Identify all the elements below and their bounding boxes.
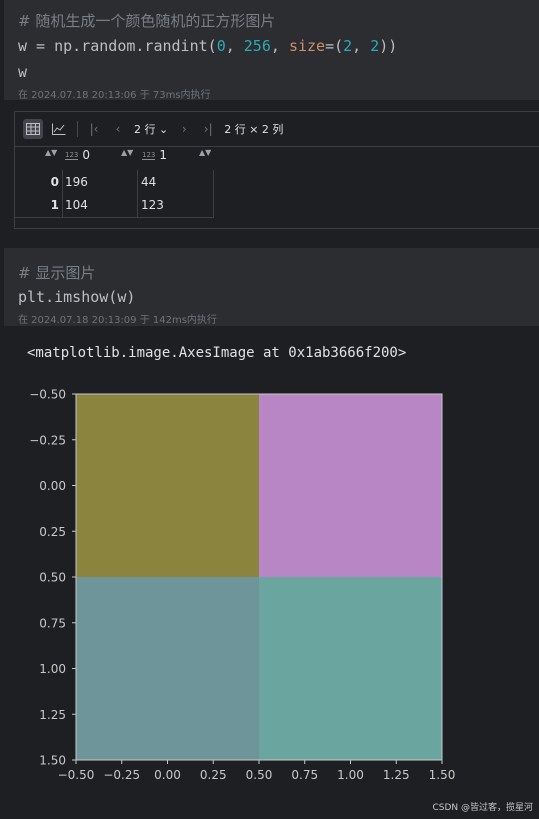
dataframe-viewer: |‹ ‹ 2 行 ⌄ › ›| 2 行 × 2 列 ▲▼ 123 0 ▲▼ 12… [14,111,539,229]
table-cell[interactable]: 104 [65,198,88,212]
x-tick-label: 0.75 [291,768,318,782]
y-tick-label: 0.50 [39,571,66,585]
y-tick-label: −0.50 [29,388,66,402]
table-cell[interactable]: 123 [141,198,164,212]
y-tick-label: 0.75 [39,616,66,630]
grid-line [15,217,213,218]
heatmap-cell [259,394,442,577]
x-tick-label: −0.25 [103,768,140,782]
execution-meta: 在 2024.07.18 20:13:06 于 73ms内执行 [18,90,211,101]
column-header-0[interactable]: 123 0 [65,148,90,162]
rows-dropdown[interactable]: 2 行 ⌄ [134,121,168,137]
code-comment: # 随机生成一个颜色随机的正方形图片 [18,12,276,30]
code-text: , [225,37,244,55]
grid-line [62,170,63,218]
dataframe-toolbar: |‹ ‹ 2 行 ⌄ › ›| 2 行 × 2 列 [15,112,539,147]
code-line[interactable]: plt.imshow(w) [18,288,135,306]
code-comment: # 显示图片 [18,264,96,282]
y-tick-label: 1.50 [39,754,66,768]
grid-line [137,170,138,218]
rows-dropdown-label: 2 行 [134,123,156,136]
heatmap-cell [259,577,442,760]
column-header-label: 0 [82,148,91,162]
code-text: , [352,37,371,55]
code-number: 256 [243,37,271,55]
output-repr: <matplotlib.image.AxesImage at 0x1ab3666… [27,345,407,361]
x-tick-label: 1.50 [429,768,456,782]
y-tick-label: 1.00 [39,662,66,676]
first-page-icon[interactable]: |‹ [86,122,102,136]
table-view-icon[interactable] [23,119,43,139]
row-index: 1 [50,198,59,212]
index-sort-icon[interactable]: ▲▼ [45,148,57,157]
watermark: CSDN @皆过客，揽星河 [432,803,533,813]
column-header-1[interactable]: 123 1 [142,148,167,162]
code-output-var: w [18,63,28,81]
code-param: size [288,37,326,55]
y-tick-label: 0.00 [39,479,66,493]
table-cell[interactable]: 196 [65,175,88,189]
execution-meta: 在 2024.07.18 20:13:09 于 142ms内执行 [18,315,217,326]
code-cell-2[interactable]: # 显示图片 plt.imshow(w) 在 2024.07.18 20:13:… [4,248,539,326]
shape-label: 2 行 × 2 列 [224,123,284,136]
numeric-type-icon: 123 [142,150,156,160]
last-page-icon[interactable]: ›| [200,122,216,136]
row-index: 0 [50,175,59,189]
axes-frame [75,393,443,761]
grid-line [213,170,214,218]
heatmap-cell [76,394,259,577]
column-sort-icon-0[interactable]: ▲▼ [121,148,133,157]
table-cell[interactable]: 44 [141,175,156,189]
x-tick-label: 1.25 [383,768,410,782]
x-tick-label: 0.25 [200,768,227,782]
heatmap-cell [76,577,259,760]
chevron-down-icon: ⌄ [159,123,169,136]
code-text: w = np.random.randint( [18,37,217,55]
x-tick-label: −0.50 [58,768,95,782]
toolbar-divider [77,121,78,137]
y-tick-label: 1.25 [39,708,66,722]
chart-view-icon[interactable] [49,119,69,139]
code-cell-1[interactable]: # 随机生成一个颜色随机的正方形图片 w = np.random.randint… [4,0,539,101]
code-line[interactable]: w = np.random.randint(0, 256, size=(2, 2… [18,37,397,55]
x-tick-label: 0.00 [154,768,181,782]
code-number: 0 [216,37,226,55]
code-text: , [270,37,289,55]
prev-page-icon[interactable]: ‹ [110,122,126,136]
column-header-label: 1 [159,148,168,162]
column-sort-icon-1[interactable]: ▲▼ [199,148,211,157]
next-page-icon[interactable]: › [176,122,192,136]
x-tick-label: 1.00 [337,768,364,782]
y-tick-label: −0.25 [29,433,66,447]
code-number: 2 [370,37,380,55]
numeric-type-icon: 123 [65,150,79,160]
code-text: =( [325,37,344,55]
y-tick-label: 0.25 [39,525,66,539]
x-tick-label: 0.50 [246,768,273,782]
code-number: 2 [343,37,353,55]
code-text: )) [379,37,398,55]
